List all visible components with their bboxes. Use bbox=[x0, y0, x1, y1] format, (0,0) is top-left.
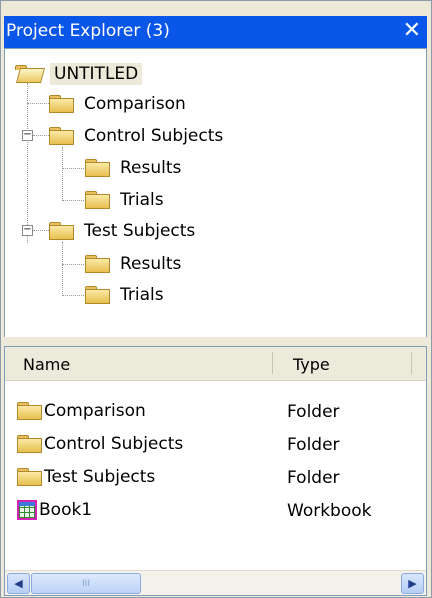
item-type: Folder bbox=[287, 435, 340, 455]
tree-item-label: Results bbox=[120, 254, 182, 274]
column-header-name[interactable]: Name bbox=[23, 355, 70, 374]
pane-splitter[interactable] bbox=[4, 337, 427, 346]
tree-item-label: Control Subjects bbox=[84, 126, 224, 146]
tree-connector bbox=[62, 147, 63, 201]
item-name: Comparison bbox=[44, 401, 146, 421]
folder-icon bbox=[49, 95, 74, 113]
scroll-thumb[interactable]: III bbox=[31, 573, 141, 594]
list-item[interactable]: Control Subjects Folder bbox=[5, 428, 426, 461]
tree-connector bbox=[27, 83, 28, 243]
tree-connector bbox=[33, 135, 49, 136]
folder-icon bbox=[17, 402, 42, 420]
folder-icon bbox=[49, 222, 74, 240]
folder-icon bbox=[17, 468, 42, 486]
tree-item-label: UNTITLED bbox=[50, 63, 143, 85]
tree-item-untitled[interactable]: UNTITLED bbox=[15, 59, 143, 89]
workbook-icon bbox=[17, 500, 37, 520]
project-tree: UNTITLED Comparison − Control Subjects R… bbox=[4, 48, 427, 338]
open-folder-icon bbox=[15, 65, 40, 83]
tree-connector bbox=[62, 264, 84, 265]
column-separator[interactable] bbox=[411, 352, 412, 374]
tree-item-comparison[interactable]: Comparison bbox=[49, 89, 186, 119]
folder-icon bbox=[17, 435, 42, 453]
tree-item-label: Comparison bbox=[84, 94, 186, 114]
tree-item-control-subjects[interactable]: Control Subjects bbox=[49, 121, 223, 151]
column-header-type[interactable]: Type bbox=[293, 355, 330, 374]
list-item[interactable]: Book1 Workbook bbox=[5, 494, 426, 527]
list-header: Name Type bbox=[5, 347, 426, 381]
horizontal-scrollbar[interactable]: ◀ III ▶ bbox=[5, 570, 426, 595]
item-type: Folder bbox=[287, 402, 340, 422]
tree-connector bbox=[33, 230, 49, 231]
item-type: Workbook bbox=[287, 501, 372, 521]
list-item[interactable]: Test Subjects Folder bbox=[5, 461, 426, 494]
project-explorer-window: Project Explorer (3) ✕ UNTITLED Comparis… bbox=[0, 0, 432, 598]
tree-connector bbox=[62, 242, 63, 296]
tree-item-test-results[interactable]: Results bbox=[85, 249, 181, 279]
tree-item-test-trials[interactable]: Trials bbox=[85, 280, 164, 310]
title-bar: Project Explorer (3) ✕ bbox=[4, 16, 427, 48]
collapse-icon[interactable]: − bbox=[22, 130, 33, 141]
scroll-left-icon[interactable]: ◀ bbox=[7, 573, 30, 594]
folder-icon bbox=[85, 159, 110, 177]
tree-item-label: Trials bbox=[120, 190, 164, 210]
tree-item-test-subjects[interactable]: Test Subjects bbox=[49, 216, 195, 246]
tree-connector bbox=[27, 103, 49, 104]
list-item[interactable]: Comparison Folder bbox=[5, 395, 426, 428]
contents-list: Name Type Comparison Folder Control Subj… bbox=[4, 346, 427, 596]
tree-item-label: Test Subjects bbox=[84, 221, 196, 241]
item-name: Control Subjects bbox=[44, 434, 184, 454]
tree-connector bbox=[62, 168, 84, 169]
tree-item-label: Results bbox=[120, 158, 182, 178]
column-separator[interactable] bbox=[272, 352, 273, 374]
panel-title: Project Explorer (3) bbox=[6, 21, 170, 41]
folder-icon bbox=[85, 286, 110, 304]
tree-connector bbox=[62, 295, 84, 296]
close-icon[interactable]: ✕ bbox=[403, 18, 421, 43]
tree-connector bbox=[62, 200, 84, 201]
collapse-icon[interactable]: − bbox=[22, 225, 33, 236]
tree-item-label: Trials bbox=[120, 285, 164, 305]
folder-icon bbox=[85, 255, 110, 273]
tree-item-control-results[interactable]: Results bbox=[85, 153, 181, 183]
tree-item-control-trials[interactable]: Trials bbox=[85, 185, 164, 215]
folder-icon bbox=[85, 191, 110, 209]
scroll-right-icon[interactable]: ▶ bbox=[401, 573, 424, 594]
item-type: Folder bbox=[287, 468, 340, 488]
item-name: Test Subjects bbox=[44, 467, 156, 487]
item-name: Book1 bbox=[39, 500, 93, 520]
folder-icon bbox=[49, 127, 74, 145]
